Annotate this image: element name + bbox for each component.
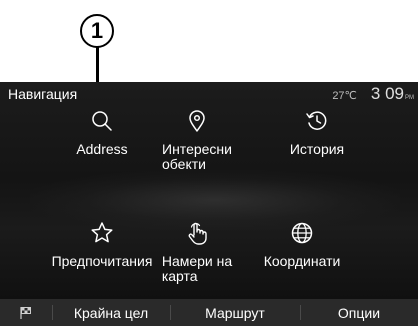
flag-icon <box>20 306 31 319</box>
menu-item-label: Координати <box>263 253 341 269</box>
tab-route[interactable]: Маршрут <box>170 299 300 326</box>
menu-item-label: Address <box>76 141 128 157</box>
globe-icon <box>291 222 313 244</box>
tab-options[interactable]: Опции <box>300 299 418 326</box>
menu-item-label: Намери на карта <box>161 253 233 284</box>
status-bar: 27℃ 3 09 PM <box>332 84 414 104</box>
menu-item-label: Предпочитания <box>51 253 153 269</box>
callout-number: 1 <box>90 18 104 43</box>
star-icon <box>91 222 113 243</box>
menu-item-history[interactable]: История <box>272 108 362 157</box>
menu-item-label: История <box>289 141 345 157</box>
clock: 3 09 <box>370 84 404 103</box>
history-icon <box>306 111 327 130</box>
page-title: Навигация <box>8 86 78 102</box>
search-icon <box>92 111 112 131</box>
clock-ampm: PM <box>405 95 414 101</box>
hand-pointer-icon <box>188 222 207 245</box>
menu-item-label: Интересни обекти <box>162 141 232 172</box>
location-pin-icon <box>189 110 205 132</box>
menu-item-find-on-map[interactable]: Намери на карта <box>152 220 242 284</box>
temperature: 27℃ <box>332 90 357 102</box>
tab-flag[interactable] <box>0 299 52 326</box>
menu-item-coordinates[interactable]: Координати <box>252 220 352 269</box>
navigation-screen: Навигация 27℃ 3 09 PM Address Интересни … <box>0 82 418 326</box>
callout-marker: 1 <box>80 14 114 48</box>
bottom-tab-bar: Крайна цел Маршрут Опции <box>0 299 418 326</box>
menu-item-favorites[interactable]: Предпочитания <box>42 220 162 269</box>
menu-item-address[interactable]: Address <box>64 108 140 157</box>
menu-item-points-of-interest[interactable]: Интересни обекти <box>152 108 242 172</box>
tab-destination[interactable]: Крайна цел <box>52 299 170 326</box>
